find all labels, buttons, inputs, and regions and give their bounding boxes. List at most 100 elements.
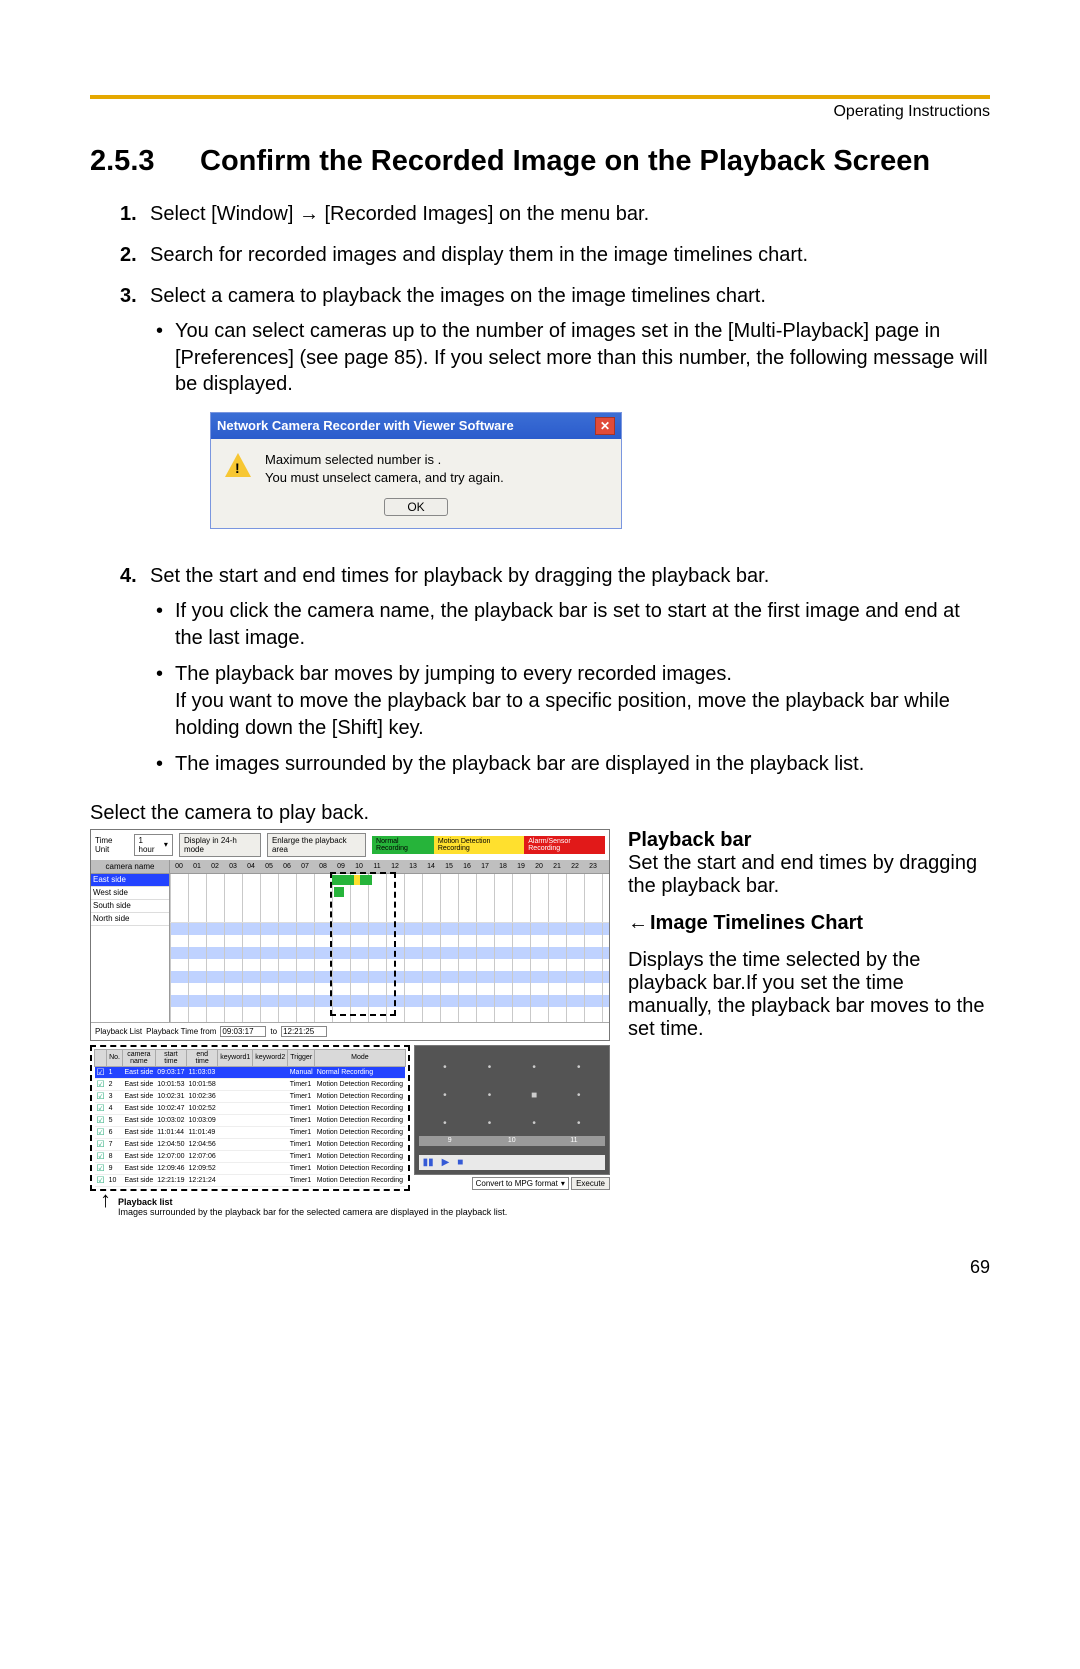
checkbox-icon [95,1150,107,1162]
camera-name-header: camera name [91,860,169,874]
checkbox-icon [95,1114,107,1126]
time-unit-label: Time Unit [95,836,128,854]
hour-tick: 22 [566,863,584,870]
table-row[interactable]: 4East side10:02:4710:02:52Timer1Motion D… [95,1102,406,1114]
col-header: No. [107,1049,123,1066]
camera-row[interactable]: West side [91,887,169,900]
step-4-bullet-3: The images surrounded by the playback ba… [150,751,990,778]
stop-icon[interactable]: ■ [457,1157,463,1168]
pause-icon[interactable]: ▮▮ [423,1157,434,1168]
legend: Normal Recording Motion Detection Record… [372,836,605,854]
col-header: end time [187,1049,218,1066]
preview-grid: •••• ••■• •••• [423,1054,601,1138]
time-unit-dropdown[interactable]: 1 hour ▾ [134,834,173,856]
hour-tick: 12 [386,863,404,870]
table-row[interactable]: 7East side12:04:5012:04:56Timer1Motion D… [95,1138,406,1150]
legend-motion: Motion Detection Recording [434,836,524,854]
step-4-bullet-2b: If you want to move the playback bar to … [175,690,950,739]
step-num: 3. [120,283,150,549]
playback-to-input[interactable] [281,1026,327,1037]
table-row[interactable]: 8East side12:07:0012:07:06Timer1Motion D… [95,1150,406,1162]
table-row[interactable]: 5East side10:03:0210:03:09Timer1Motion D… [95,1114,406,1126]
step-2: Search for recorded images and display t… [150,242,990,269]
chevron-down-icon: ▾ [561,1179,565,1188]
scrub-marker: 11 [543,1137,605,1144]
table-row[interactable]: 10East side12:21:1912:21:24Timer1Motion … [95,1174,406,1186]
playback-bar[interactable] [330,872,396,1016]
convert-label: Convert to MPG format [476,1179,558,1188]
checkbox-icon [95,1090,107,1102]
hour-tick: 01 [188,863,206,870]
playback-bar-body: Set the start and end times by dragging … [628,852,990,898]
playback-bar-title: Playback bar [628,829,990,852]
col-header: Trigger [288,1049,315,1066]
arrow-up-icon: ↑ [100,1189,111,1211]
checkbox-icon [95,1078,107,1090]
hour-tick: 15 [440,863,458,870]
playback-list-title: Playback list [118,1197,173,1207]
playback-from-input[interactable] [220,1026,266,1037]
col-header: Mode [315,1049,405,1066]
hour-tick: 17 [476,863,494,870]
hour-tick: 09 [332,863,350,870]
warning-dialog: Network Camera Recorder with Viewer Soft… [210,412,622,529]
step-4: Set the start and end times for playback… [150,565,769,587]
preview-panel: •••• ••■• •••• 9 10 11 ▮▮ ▶ [414,1045,610,1175]
col-header: keyword1 [218,1049,253,1066]
chart-title: Image Timelines Chart [650,912,863,934]
table-row[interactable]: 1East side09:03:1711:03:03ManualNormal R… [95,1066,406,1078]
convert-dropdown[interactable]: Convert to MPG format ▾ [472,1177,569,1190]
enlarge-button[interactable]: Enlarge the playback area [267,833,366,857]
timelines-chart: Time Unit 1 hour ▾ Display in 24-h mode … [90,829,610,1041]
time-unit-value: 1 hour [139,836,160,854]
caption-select-camera: Select the camera to play back. [90,802,990,825]
camera-row[interactable]: South side [91,900,169,913]
playback-list-label: Playback List [95,1027,142,1036]
checkbox-icon [95,1126,107,1138]
hour-tick: 13 [404,863,422,870]
col-header: keyword2 [253,1049,288,1066]
hour-tick: 10 [350,863,368,870]
execute-button[interactable]: Execute [571,1177,610,1190]
table-row[interactable]: 2East side10:01:5310:01:58Timer1Motion D… [95,1078,406,1090]
hour-tick: 00 [170,863,188,870]
table-row[interactable]: 3East side10:02:3110:02:36Timer1Motion D… [95,1090,406,1102]
warning-icon [225,453,251,477]
play-icon[interactable]: ▶ [442,1157,450,1168]
dialog-titlebar: Network Camera Recorder with Viewer Soft… [211,413,621,439]
dialog-title: Network Camera Recorder with Viewer Soft… [217,417,595,435]
display-24h-button[interactable]: Display in 24-h mode [179,833,261,857]
hour-tick: 11 [368,863,386,870]
close-icon[interactable]: ✕ [595,417,615,435]
scrub-marker: 9 [419,1137,481,1144]
table-row[interactable]: 6East side11:01:4411:01:49Timer1Motion D… [95,1126,406,1138]
hour-tick: 21 [548,863,566,870]
step-num: 2. [120,242,150,269]
ok-button[interactable]: OK [384,498,447,516]
checkbox-icon [95,1066,107,1078]
hour-tick: 02 [206,863,224,870]
hour-tick: 23 [584,863,602,870]
camera-row[interactable]: East side [91,874,169,887]
step-num: 4. [120,563,150,788]
hour-tick: 08 [314,863,332,870]
camera-row[interactable]: North side [91,913,169,926]
hour-tick: 03 [224,863,242,870]
step-num: 1. [120,201,150,228]
hour-tick: 04 [242,863,260,870]
col-header: camera name [122,1049,155,1066]
hour-tick: 16 [458,863,476,870]
section-number: 2.5.3 [90,143,200,179]
table-row[interactable]: 9East side12:09:4612:09:52Timer1Motion D… [95,1162,406,1174]
legend-alarm: Alarm/Sensor Recording [524,836,605,854]
playback-list-table: No.camera namestart timeend timekeyword1… [90,1045,410,1191]
hour-tick: 05 [260,863,278,870]
hour-tick: 14 [422,863,440,870]
running-header: Operating Instructions [90,103,990,121]
playback-to-label: to [270,1027,277,1036]
legend-normal: Normal Recording [372,836,434,854]
step-3: Select a camera to playback the images o… [150,285,766,307]
checkbox-icon [95,1174,107,1186]
preview-scrub[interactable]: 9 10 11 [419,1136,605,1146]
step-4-bullet-1: If you click the camera name, the playba… [150,598,990,651]
